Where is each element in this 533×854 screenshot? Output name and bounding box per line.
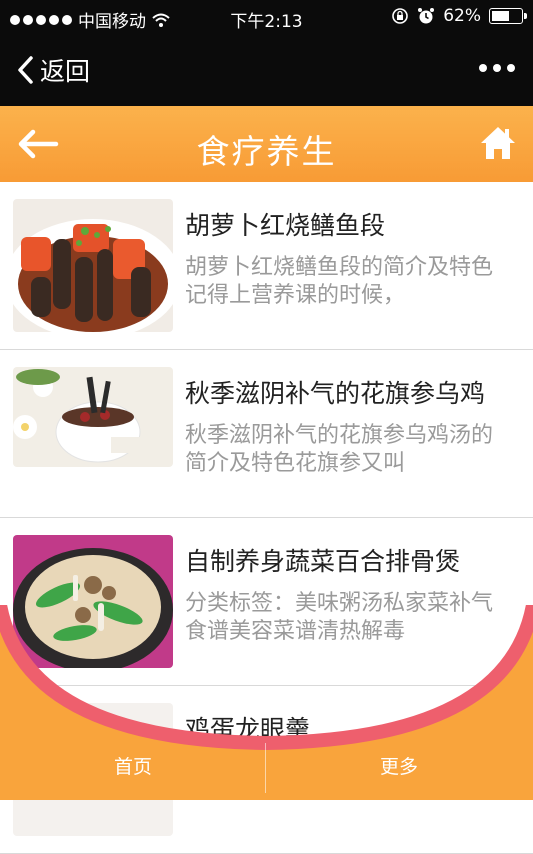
home-icon[interactable] xyxy=(479,124,517,162)
battery-percent: 62% xyxy=(443,6,481,26)
article-desc: 胡萝卜红烧鳝鱼段的简介及特色记得上营养课的时候， xyxy=(185,255,494,308)
page-title: 食疗养生 xyxy=(196,132,337,171)
article-desc: 秋季滋阴补气的花旗参乌鸡汤的简介及特色花旗参又叫 xyxy=(185,423,494,476)
chevron-left-icon xyxy=(18,56,33,84)
more-icon[interactable] xyxy=(479,64,515,72)
back-label: 返回 xyxy=(40,57,91,86)
article-thumbnail xyxy=(13,199,173,332)
article-title: 秋季滋阴补气的花旗参乌鸡 xyxy=(185,379,486,408)
article-thumbnail xyxy=(13,367,173,467)
status-bar: 中国移动 下午2:13 62% xyxy=(0,0,533,34)
article-title: 自制养身蔬菜百合排骨煲 xyxy=(185,547,461,576)
alarm-icon xyxy=(418,8,435,24)
rotation-lock-icon xyxy=(392,8,409,24)
list-item[interactable]: 秋季滋阴补气的花旗参乌鸡 秋季滋阴补气的花旗参乌鸡汤的简介及特色花旗参又叫 xyxy=(0,350,533,518)
nav-bar: 返回 xyxy=(0,34,533,106)
tab-home[interactable]: 首页 xyxy=(0,752,266,779)
tab-more[interactable]: 更多 xyxy=(266,752,532,779)
page-header: 食疗养生 xyxy=(0,106,533,182)
list-item[interactable]: 胡萝卜红烧鳝鱼段 胡萝卜红烧鳝鱼段的简介及特色记得上营养课的时候， xyxy=(0,182,533,350)
back-button[interactable]: 返回 xyxy=(16,52,90,88)
article-title: 胡萝卜红烧鳝鱼段 xyxy=(185,211,386,240)
battery-icon xyxy=(489,8,527,24)
